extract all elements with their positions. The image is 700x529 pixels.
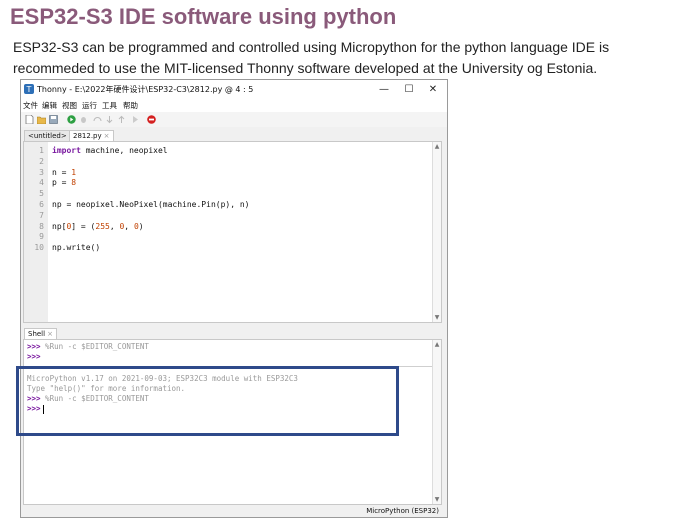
line-number: 8 bbox=[39, 222, 44, 231]
menu-run[interactable]: 运行 bbox=[82, 100, 97, 111]
toolbar bbox=[21, 112, 447, 127]
code-line-6: np = neopixel.NeoPixel(machine.Pin(p), n… bbox=[52, 200, 250, 209]
menu-bar: 文件 编辑 视图 运行 工具 帮助 bbox=[21, 99, 447, 112]
shell-history-line: >>> %Run -c $EDITOR_CONTENT bbox=[27, 342, 149, 351]
tab-label: Shell bbox=[28, 330, 46, 338]
code-line-3: n = 1 bbox=[52, 168, 77, 177]
line-number: 10 bbox=[34, 243, 44, 252]
stop-icon[interactable] bbox=[147, 115, 156, 124]
line-number: 1 bbox=[39, 146, 44, 155]
page-title: ESP32-S3 IDE software using python bbox=[10, 4, 397, 29]
intro-text: ESP32-S3 can be programmed and controlle… bbox=[13, 37, 693, 79]
code-line-10: np.write() bbox=[52, 243, 101, 252]
open-file-icon[interactable] bbox=[37, 115, 46, 124]
maximize-button[interactable]: ☐ bbox=[398, 82, 420, 97]
code-line-4: p = 8 bbox=[52, 178, 77, 187]
line-number: 6 bbox=[39, 200, 44, 209]
line-number: 2 bbox=[39, 157, 44, 166]
line-number: 9 bbox=[39, 232, 44, 241]
code-line-8: np[0] = (255, 0, 0) bbox=[52, 222, 144, 231]
code-line-1: import machine, neopixel bbox=[52, 146, 168, 155]
menu-view[interactable]: 视图 bbox=[62, 100, 77, 111]
shell-prompt: >>> bbox=[27, 342, 41, 351]
tab-2812-py[interactable]: 2812.py × bbox=[69, 130, 114, 141]
window-title: Thonny - E:\2022年硬件设计\ESP32-C3\2812.py @… bbox=[37, 85, 254, 94]
intro-line-2: recommeded to use the MIT-licensed Thonn… bbox=[13, 60, 598, 76]
step-over-icon[interactable] bbox=[93, 115, 102, 124]
step-into-icon[interactable] bbox=[105, 115, 114, 124]
menu-edit[interactable]: 编辑 bbox=[42, 100, 57, 111]
resume-icon[interactable] bbox=[131, 115, 140, 124]
shell-scrollbar[interactable]: ▲ ▼ bbox=[432, 340, 441, 504]
new-file-icon[interactable] bbox=[25, 115, 34, 124]
tab-label: 2812.py bbox=[73, 132, 102, 140]
menu-tools[interactable]: 工具 bbox=[102, 100, 117, 111]
svg-text:T: T bbox=[26, 85, 32, 94]
tab-shell[interactable]: Shell × bbox=[24, 328, 57, 339]
close-window-button[interactable]: ✕ bbox=[422, 82, 444, 97]
line-number-gutter: 1 2 3 4 5 6 7 8 9 10 bbox=[24, 142, 48, 322]
tab-label: <untitled> bbox=[28, 132, 67, 140]
minimize-button[interactable]: — bbox=[373, 82, 395, 97]
save-icon[interactable] bbox=[49, 115, 58, 124]
tab-close-icon[interactable]: × bbox=[104, 132, 110, 140]
scroll-up-icon[interactable]: ▲ bbox=[433, 341, 441, 348]
menu-help[interactable]: 帮助 bbox=[123, 100, 138, 111]
interpreter-status[interactable]: MicroPython (ESP32) bbox=[366, 507, 439, 515]
line-number: 5 bbox=[39, 189, 44, 198]
editor-tabs: <untitled> × 2812.py× bbox=[21, 130, 447, 141]
editor-scrollbar[interactable]: ▲ ▼ bbox=[432, 142, 441, 322]
thonny-app-icon: T bbox=[24, 84, 34, 94]
title-bar: T Thonny - E:\2022年硬件设计\ESP32-C3\2812.py… bbox=[21, 80, 447, 99]
code-editor[interactable]: 1 2 3 4 5 6 7 8 9 10 import machine, neo… bbox=[23, 141, 442, 323]
step-out-icon[interactable] bbox=[117, 115, 126, 124]
intro-line-1: ESP32-S3 can be programmed and controlle… bbox=[13, 39, 610, 55]
line-number: 4 bbox=[39, 178, 44, 187]
line-number: 3 bbox=[39, 168, 44, 177]
scroll-down-icon[interactable]: ▼ bbox=[433, 314, 441, 321]
scroll-up-icon[interactable]: ▲ bbox=[433, 143, 441, 150]
shell-tabs: Shell × bbox=[21, 328, 447, 339]
scroll-down-icon[interactable]: ▼ bbox=[433, 496, 441, 503]
status-bar: MicroPython (ESP32) bbox=[21, 505, 447, 517]
shell-history-line: >>> bbox=[27, 352, 41, 361]
highlight-box bbox=[16, 366, 399, 436]
shell-prompt: >>> bbox=[27, 352, 41, 361]
shell-command: %Run -c $EDITOR_CONTENT bbox=[40, 342, 149, 351]
run-icon[interactable] bbox=[67, 115, 76, 124]
debug-icon[interactable] bbox=[79, 115, 88, 124]
line-number: 7 bbox=[39, 211, 44, 220]
tab-close-icon[interactable]: × bbox=[47, 330, 53, 338]
thonny-window: T Thonny - E:\2022年硬件设计\ESP32-C3\2812.py… bbox=[20, 79, 448, 518]
menu-file[interactable]: 文件 bbox=[23, 100, 38, 111]
